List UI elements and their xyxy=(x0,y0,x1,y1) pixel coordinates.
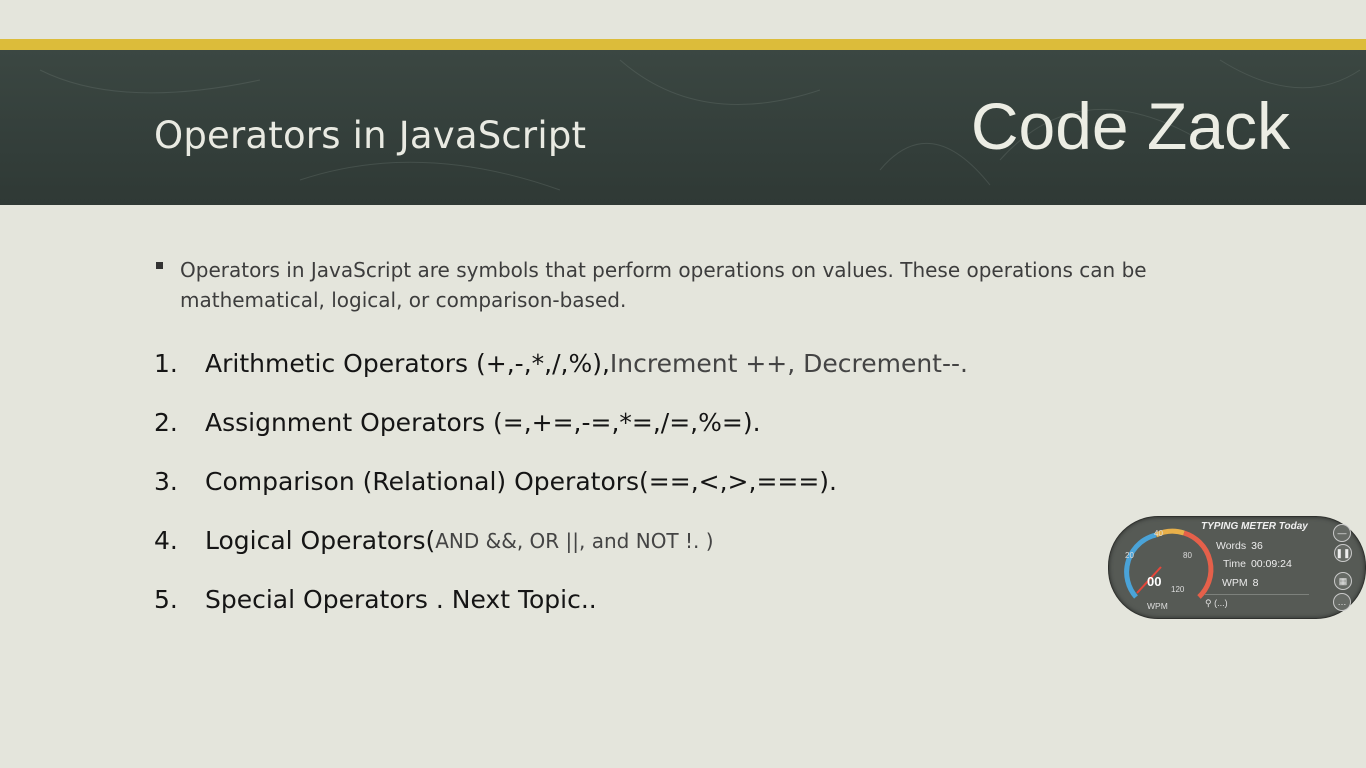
wpm-label: WPM xyxy=(1222,577,1248,589)
gauge-tick: 20 xyxy=(1125,551,1134,560)
intro-text: Operators in JavaScript are symbols that… xyxy=(180,258,1147,312)
typing-meter-widget[interactable]: 20 40 80 120 00 WPM TYPING METER Today W… xyxy=(1108,516,1366,619)
meter-search[interactable]: ⚲ (...) xyxy=(1205,598,1228,609)
item-number: 5. xyxy=(154,585,178,614)
item-number: 1. xyxy=(154,349,178,378)
item-text: Special Operators . Next Topic.. xyxy=(205,585,597,614)
item-text: Arithmetic Operators (+,-,*,/,%), xyxy=(205,349,610,378)
divider xyxy=(1205,594,1309,595)
words-value: 36 xyxy=(1251,540,1263,552)
intro-bullet: Operators in JavaScript are symbols that… xyxy=(156,255,1216,315)
item-extra: Increment ++, Decrement--. xyxy=(609,349,968,378)
words-row: Words 36 xyxy=(1216,540,1263,552)
list-item: 5. Special Operators . Next Topic.. xyxy=(154,570,968,629)
time-value: 00:09:24 xyxy=(1250,558,1292,570)
item-text: Comparison (Relational) Operators(==,<,>… xyxy=(205,467,837,496)
gauge-caption: WPM xyxy=(1147,601,1168,611)
item-number: 2. xyxy=(154,408,178,437)
accent-bar xyxy=(0,39,1366,50)
item-extra: AND &&, OR ||, and NOT !. ) xyxy=(435,528,714,553)
wpm-value: 8 xyxy=(1252,577,1259,589)
list-item: 4. Logical Operators(AND &&, OR ||, and … xyxy=(154,511,968,570)
operator-list: 1. Arithmetic Operators (+,-,*,/,%), Inc… xyxy=(154,334,968,629)
more-icon[interactable]: … xyxy=(1333,593,1351,611)
slide-header: Operators in JavaScript Code Zack xyxy=(0,50,1366,205)
time-row: Time 00:09:24 xyxy=(1223,558,1292,570)
list-item: 3. Comparison (Relational) Operators(==,… xyxy=(154,452,968,511)
search-icon: ⚲ xyxy=(1205,598,1212,608)
minimize-icon[interactable]: — xyxy=(1333,524,1351,542)
item-text: Logical Operators( xyxy=(205,526,436,555)
time-label: Time xyxy=(1223,558,1246,570)
words-label: Words xyxy=(1216,540,1247,552)
item-text: Assignment Operators (=,+=,-=,*=,/=,%=). xyxy=(205,408,761,437)
list-item: 1. Arithmetic Operators (+,-,*,/,%), Inc… xyxy=(154,334,968,393)
gauge-tick: 120 xyxy=(1171,585,1185,594)
gauge-tick: 80 xyxy=(1183,551,1192,560)
wpm-row: WPM 8 xyxy=(1222,577,1259,589)
slide-title: Operators in JavaScript xyxy=(154,114,587,157)
brand-title: Code Zack xyxy=(970,89,1290,163)
gauge-value: 00 xyxy=(1147,574,1162,589)
list-item: 2. Assignment Operators (=,+=,-=,*=,/=,%… xyxy=(154,393,968,452)
chart-icon[interactable]: ▦ xyxy=(1334,572,1352,590)
bullet-icon xyxy=(156,262,163,269)
item-number: 4. xyxy=(154,526,178,555)
meter-title: TYPING METER Today xyxy=(1201,521,1308,532)
item-number: 3. xyxy=(154,467,178,496)
search-text: (...) xyxy=(1214,598,1228,608)
pause-icon[interactable]: ❚❚ xyxy=(1334,544,1352,562)
gauge-tick: 40 xyxy=(1154,529,1163,538)
